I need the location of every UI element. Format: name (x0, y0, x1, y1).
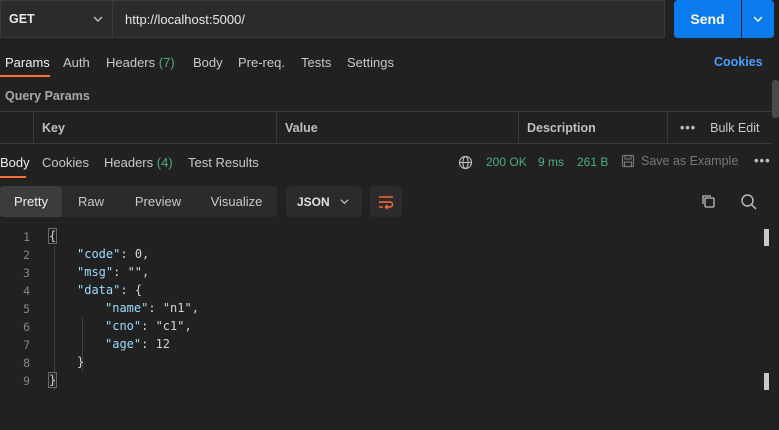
tab-headers[interactable]: Headers (7) (106, 55, 175, 70)
code-text: "code": 0, (77, 247, 150, 261)
line-number: 6 (23, 320, 30, 334)
save-as-example-button[interactable]: Save as Example (621, 154, 738, 168)
chevron-down-icon (753, 16, 763, 22)
send-label: Send (690, 11, 725, 27)
tab-label: Test Results (188, 155, 259, 170)
tab-label: Body (193, 55, 223, 70)
line-number: 2 (23, 248, 30, 262)
column-header-value: Value (277, 112, 519, 143)
code-line: 6 "cno": "c1", (0, 318, 765, 336)
save-icon (621, 154, 635, 168)
tab-label: Headers (104, 155, 154, 170)
copy-icon[interactable] (700, 193, 717, 210)
line-number: 7 (23, 338, 30, 352)
code-line: 7 "age": 12 (0, 336, 765, 354)
globe-icon[interactable] (458, 155, 473, 170)
query-params-heading: Query Params (5, 89, 90, 103)
code-line: 8} (0, 354, 765, 372)
view-mode-selector: Pretty Raw Preview Visualize (0, 186, 277, 217)
column-header-description: Description (519, 112, 668, 143)
code-text: "name": "n1", (105, 301, 199, 315)
code-text: "msg": "", (77, 265, 150, 279)
chevron-down-icon (93, 16, 103, 22)
tab-label: Cookies (42, 155, 89, 170)
code-line: 1{ (0, 228, 765, 246)
bulk-edit-button[interactable]: Bulk Edit (710, 121, 759, 135)
code-text: "age": 12 (105, 337, 171, 351)
code-text: "data": { (77, 283, 143, 297)
tab-label: Body (0, 155, 30, 170)
url-input[interactable]: http://localhost:5000/ (112, 0, 665, 38)
code-text: { (47, 228, 58, 244)
url-text: http://localhost:5000/ (125, 11, 245, 27)
wrap-lines-icon (379, 195, 394, 209)
tab-tests[interactable]: Tests (301, 55, 331, 70)
tab-response-cookies[interactable]: Cookies (42, 155, 89, 170)
view-visualize[interactable]: Visualize (196, 186, 277, 217)
response-time: 9 ms (538, 155, 565, 169)
scrollbar-marker[interactable] (764, 373, 769, 390)
tab-label: Params (5, 55, 50, 70)
active-tab-indicator (0, 176, 26, 178)
code-line: 2 "code": 0, (0, 246, 765, 264)
tab-auth[interactable]: Auth (63, 55, 90, 70)
status-code: 200 OK (486, 155, 527, 169)
tab-label: Headers (106, 55, 156, 70)
active-tab-indicator (0, 75, 50, 77)
tab-label: Auth (63, 55, 90, 70)
view-pretty[interactable]: Pretty (0, 186, 62, 217)
params-table-header: Key Value Description ••• Bulk Edit (0, 111, 772, 144)
format-label: JSON (297, 194, 330, 209)
code-text: } (77, 355, 85, 369)
code-line: 4 "data": { (0, 282, 765, 300)
column-header-key: Key (34, 112, 277, 143)
tab-count-badge: (7) (158, 55, 175, 70)
view-raw[interactable]: Raw (62, 186, 120, 217)
row-checkbox-column (0, 112, 34, 143)
tab-label: Tests (301, 55, 332, 70)
view-preview[interactable]: Preview (120, 186, 196, 217)
save-label: Save as Example (641, 154, 739, 168)
bulk-edit-area: ••• Bulk Edit (668, 112, 772, 143)
line-number: 4 (23, 284, 30, 298)
request-tabs: Params Auth Headers (7) Body Pre-req. Te… (0, 50, 779, 76)
tab-params[interactable]: Params (5, 55, 50, 70)
tab-response-body[interactable]: Body (0, 155, 30, 170)
code-text: } (47, 372, 58, 388)
tab-label: Pre-req. (238, 55, 285, 70)
format-select[interactable]: JSON (286, 186, 362, 217)
code-line: 9} (0, 372, 765, 390)
send-options-button[interactable] (742, 0, 774, 38)
line-number: 3 (23, 266, 30, 280)
line-number: 8 (23, 356, 30, 370)
code-line: 3 "msg": "", (0, 264, 765, 282)
tab-label: Settings (347, 55, 394, 70)
scrollbar[interactable] (772, 80, 779, 118)
chevron-down-icon (340, 199, 349, 205)
tab-response-headers[interactable]: Headers (4) (104, 155, 173, 170)
tab-count-badge: (4) (156, 155, 173, 170)
tab-test-results[interactable]: Test Results (188, 155, 259, 170)
wrap-lines-button[interactable] (370, 186, 402, 217)
line-number: 9 (23, 374, 30, 388)
line-number: 1 (23, 230, 30, 244)
tab-body[interactable]: Body (193, 55, 223, 70)
method-label: GET (9, 12, 35, 26)
send-button[interactable]: Send (674, 0, 741, 38)
search-icon[interactable] (740, 193, 758, 211)
response-body-viewer[interactable]: 1{2 "code": 0, 3 "msg": "", 4 "data": {5 "name… (0, 228, 765, 428)
response-size: 261 B (577, 155, 609, 169)
cookies-link[interactable]: Cookies (714, 55, 763, 69)
tab-pre-request[interactable]: Pre-req. (238, 55, 285, 70)
code-text: "cno": "c1", (105, 319, 192, 333)
more-icon[interactable]: ••• (680, 121, 696, 135)
tab-settings[interactable]: Settings (347, 55, 394, 70)
line-number: 5 (23, 302, 30, 316)
code-line: 5 "name": "n1", (0, 300, 765, 318)
scrollbar-marker[interactable] (764, 229, 769, 246)
more-icon[interactable]: ••• (754, 153, 771, 168)
method-select[interactable]: GET (0, 0, 112, 38)
